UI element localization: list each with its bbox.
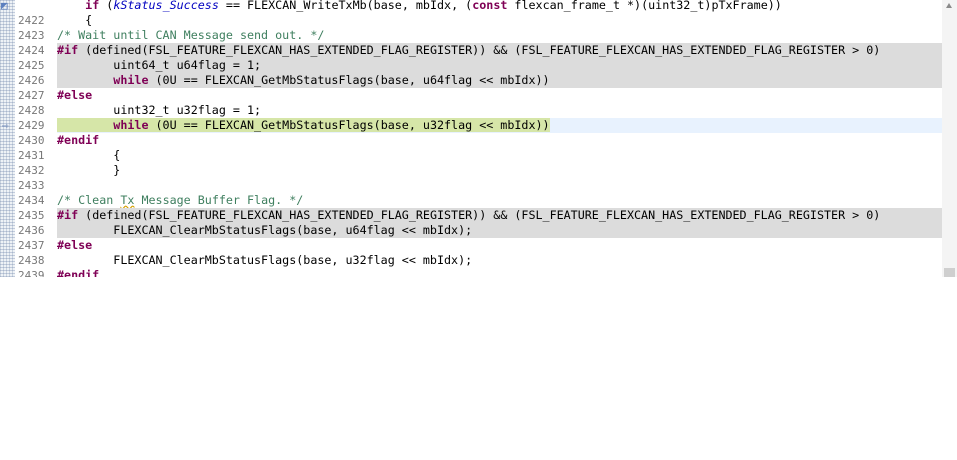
current-code-line[interactable]: 2430 while (0U == FLEXCAN_GetMbStatusFla… [15, 118, 942, 147]
line-text: #else [57, 238, 93, 252]
code-line[interactable]: 2428 #else [15, 88, 942, 117]
code-line[interactable]: 2436 #if (defined(FSL_FEATURE_FLEXCAN_HA… [15, 208, 942, 237]
line-text: #if (defined(FSL_FEATURE_FLEXCAN_HAS_EXT… [57, 43, 942, 58]
code-line[interactable]: 2435 /* Clean Tx Message Buffer Flag. */ [15, 193, 942, 222]
code-line[interactable]: 2426 uint64_t u64flag = 1; [15, 58, 942, 87]
scrollbar-thumb[interactable] [944, 268, 955, 277]
code-line[interactable]: 2434 [15, 178, 942, 207]
code-line[interactable]: 2437 FLEXCAN_ClearMbStatusFlags(base, u6… [15, 223, 942, 252]
line-text: while (0U == FLEXCAN_GetMbStatusFlags(ba… [57, 73, 942, 88]
code-lines: 2422 if (kStatus_Success == FLEXCAN_Writ… [15, 0, 942, 277]
line-text: FLEXCAN_ClearMbStatusFlags(base, u64flag… [57, 223, 942, 238]
line-text: FLEXCAN_ClearMbStatusFlags(base, u32flag… [57, 253, 473, 267]
line-text: #else [57, 88, 93, 102]
line-text: /* Clean Tx Message Buffer Flag. */ [57, 193, 304, 207]
code-line[interactable]: 2438 #else [15, 238, 942, 267]
code-line[interactable]: 2439 FLEXCAN_ClearMbStatusFlags(base, u3… [15, 253, 942, 277]
code-line[interactable]: 2431 #endif [15, 133, 942, 162]
line-text: uint64_t u64flag = 1; [57, 58, 942, 73]
line-text: #endif [57, 133, 100, 147]
vertical-scrollbar[interactable] [942, 0, 957, 277]
code-line[interactable]: 2424 /* Wait until CAN Message send out.… [15, 28, 942, 57]
instruction-pointer-icon: ⇨ [2, 119, 9, 132]
code-line[interactable]: 2423 { [15, 13, 942, 42]
line-text: { [57, 148, 121, 162]
line-text: if (kStatus_Success == FLEXCAN_WriteTxMb… [85, 0, 782, 12]
selection-highlight: while (0U == FLEXCAN_GetMbStatusFlags(ba… [57, 118, 550, 132]
line-text: uint32_t u32flag = 1; [57, 103, 262, 117]
code-line[interactable]: 2433 } [15, 163, 942, 192]
code-line[interactable]: 2440 #endif [15, 268, 942, 277]
line-text: /* Wait until CAN Message send out. */ [57, 28, 325, 42]
code-line[interactable]: 2422 if (kStatus_Success == FLEXCAN_Writ… [15, 0, 942, 27]
overview-ruler [0, 0, 15, 277]
scroll-up-arrow-icon[interactable] [946, 3, 952, 8]
code-line[interactable]: 2425 #if (defined(FSL_FEATURE_FLEXCAN_HA… [15, 43, 942, 72]
line-text: } [57, 163, 121, 177]
line-text: #if (defined(FSL_FEATURE_FLEXCAN_HAS_EXT… [57, 208, 942, 223]
bookmark-icon: ◩ [1, 0, 8, 12]
code-editor[interactable]: ◩ ⇨ 2422 if (kStatus_Success == FLEXCAN_… [0, 0, 957, 277]
code-line[interactable]: 2427 while (0U == FLEXCAN_GetMbStatusFla… [15, 73, 942, 102]
code-line[interactable]: 2432 { [15, 148, 942, 177]
spellcheck-word: Tx [120, 193, 135, 207]
line-text: while (0U == FLEXCAN_GetMbStatusFlags(ba… [57, 118, 942, 133]
code-line[interactable]: 2429 uint32_t u32flag = 1; [15, 103, 942, 132]
line-text: { [57, 13, 93, 27]
line-text: #endif [57, 268, 100, 277]
line-text [57, 178, 942, 193]
